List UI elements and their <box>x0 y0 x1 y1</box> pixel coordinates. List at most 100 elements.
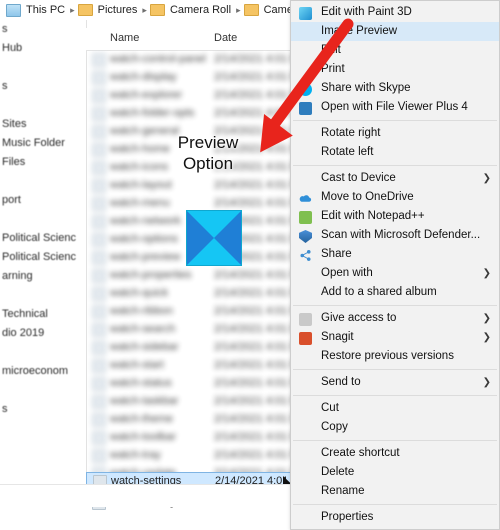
menu-item-label: Send to <box>321 376 361 388</box>
chevron-right-icon: ❯ <box>482 173 491 184</box>
menu-item-open-with[interactable]: Open with ❯ <box>291 264 499 283</box>
nav-item[interactable]: Technical <box>0 305 86 324</box>
nav-item[interactable]: s <box>0 20 86 39</box>
menu-separator <box>293 504 497 505</box>
menu-item-label: Share <box>321 248 352 260</box>
chevron-right-icon: ❯ <box>482 313 491 324</box>
nav-item[interactable]: Political Scienc <box>0 248 86 267</box>
menu-item-send-to[interactable]: Send to ❯ <box>291 373 499 392</box>
menu-item-move-to-onedrive[interactable]: Move to OneDrive <box>291 188 499 207</box>
file-icon <box>92 143 106 157</box>
menu-item-label: Cut <box>321 402 339 414</box>
nav-item[interactable]: s <box>0 77 86 96</box>
file-icon <box>92 269 106 283</box>
menu-item-label: Edit with Notepad++ <box>321 210 425 222</box>
snagit-icon <box>299 332 312 345</box>
nav-item[interactable] <box>0 58 86 77</box>
file-icon <box>92 233 106 247</box>
menu-item-label: Add to a shared album <box>321 286 437 298</box>
menu-separator <box>293 165 497 166</box>
menu-item-create-shortcut[interactable]: Create shortcut <box>291 444 499 463</box>
breadcrumb-label: Pictures <box>97 4 138 16</box>
file-icon <box>92 359 106 373</box>
breadcrumb-label: This PC <box>26 4 66 16</box>
annotation-label: Preview Option <box>158 132 258 174</box>
chevron-right-icon: ❯ <box>482 268 491 279</box>
menu-item-label: Delete <box>321 466 355 478</box>
breadcrumb-item-pictures[interactable]: Pictures ▸ <box>77 4 150 16</box>
menu-item-label: Move to OneDrive <box>321 191 414 203</box>
menu-item-cast-to-device[interactable]: Cast to Device ❯ <box>291 169 499 188</box>
menu-item-properties[interactable]: Properties <box>291 508 499 527</box>
nav-item[interactable] <box>0 286 86 305</box>
nav-item[interactable] <box>0 172 86 191</box>
menu-item-delete[interactable]: Delete <box>291 463 499 482</box>
navigation-pane[interactable]: s Hub s Sites Music Folder Files port Po… <box>0 20 87 485</box>
nav-item[interactable]: Hub <box>0 39 86 58</box>
menu-item-label: Restore previous versions <box>321 350 454 362</box>
menu-item-label: Copy <box>321 421 348 433</box>
nav-item[interactable]: s <box>0 400 86 419</box>
menu-item-label: Create shortcut <box>321 447 400 459</box>
notepadpp-icon <box>299 211 312 224</box>
menu-item-label: Rename <box>321 485 365 497</box>
file-icon <box>92 341 106 355</box>
file-icon <box>92 71 106 85</box>
file-icon <box>92 377 106 391</box>
menu-item-edit-with-notepadpp[interactable]: Edit with Notepad++ <box>291 207 499 226</box>
file-icon <box>92 449 106 463</box>
pc-icon <box>6 3 21 17</box>
menu-separator <box>293 305 497 306</box>
menu-item-label: Cast to Device <box>321 172 396 184</box>
file-icon <box>92 179 106 193</box>
nav-item[interactable] <box>0 96 86 115</box>
file-icon <box>92 53 106 67</box>
file-icon <box>92 323 106 337</box>
menu-item-cut[interactable]: Cut <box>291 399 499 418</box>
file-icon <box>92 305 106 319</box>
menu-item-label: Give access to <box>321 312 397 324</box>
annotation-line-1: Preview <box>177 133 239 152</box>
folder-icon <box>149 4 165 16</box>
chevron-right-icon: ❯ <box>482 377 491 388</box>
file-icon <box>92 89 106 103</box>
share-icon <box>300 250 311 261</box>
nav-item[interactable] <box>0 343 86 362</box>
menu-item-label: Properties <box>321 511 374 523</box>
file-icon <box>92 107 106 121</box>
menu-item-snagit[interactable]: Snagit ❯ <box>291 328 499 347</box>
menu-item-add-to-shared-album[interactable]: Add to a shared album <box>291 283 499 302</box>
defender-icon <box>299 230 312 243</box>
nav-item[interactable]: microeconom <box>0 362 86 381</box>
nav-item[interactable]: Sites <box>0 115 86 134</box>
nav-item[interactable]: Political Scienc <box>0 229 86 248</box>
menu-item-rename[interactable]: Rename <box>291 482 499 501</box>
menu-item-label: Snagit <box>321 331 354 343</box>
nav-item[interactable]: port <box>0 191 86 210</box>
nav-item[interactable]: Music Folder <box>0 134 86 153</box>
menu-item-restore-previous-versions[interactable]: Restore previous versions <box>291 347 499 366</box>
column-header-name[interactable]: Name <box>110 32 139 44</box>
onedrive-icon <box>299 195 312 202</box>
nav-item[interactable]: Files <box>0 153 86 172</box>
chevron-right-icon: ▸ <box>70 4 75 15</box>
menu-item-copy[interactable]: Copy <box>291 418 499 437</box>
file-icon <box>92 395 106 409</box>
menu-item-label: Open with <box>321 267 373 279</box>
menu-item-give-access-to[interactable]: Give access to ❯ <box>291 309 499 328</box>
menu-item-share[interactable]: Share <box>291 245 499 264</box>
nav-item[interactable] <box>0 381 86 400</box>
nav-item[interactable]: arning <box>0 267 86 286</box>
breadcrumb-item-this-pc[interactable]: This PC ▸ <box>0 3 78 17</box>
breadcrumb-label: Camera Roll <box>169 4 232 16</box>
menu-item-label: Scan with Microsoft Defender... <box>321 229 481 241</box>
nav-item[interactable] <box>0 210 86 229</box>
file-icon <box>92 431 106 445</box>
nav-item[interactable]: dio 2019 <box>0 324 86 343</box>
file-icon <box>92 413 106 427</box>
menu-separator <box>293 369 497 370</box>
file-icon <box>92 125 106 139</box>
chevron-right-icon: ❯ <box>482 332 491 343</box>
menu-item-scan-with-defender[interactable]: Scan with Microsoft Defender... <box>291 226 499 245</box>
access-icon <box>299 313 312 326</box>
